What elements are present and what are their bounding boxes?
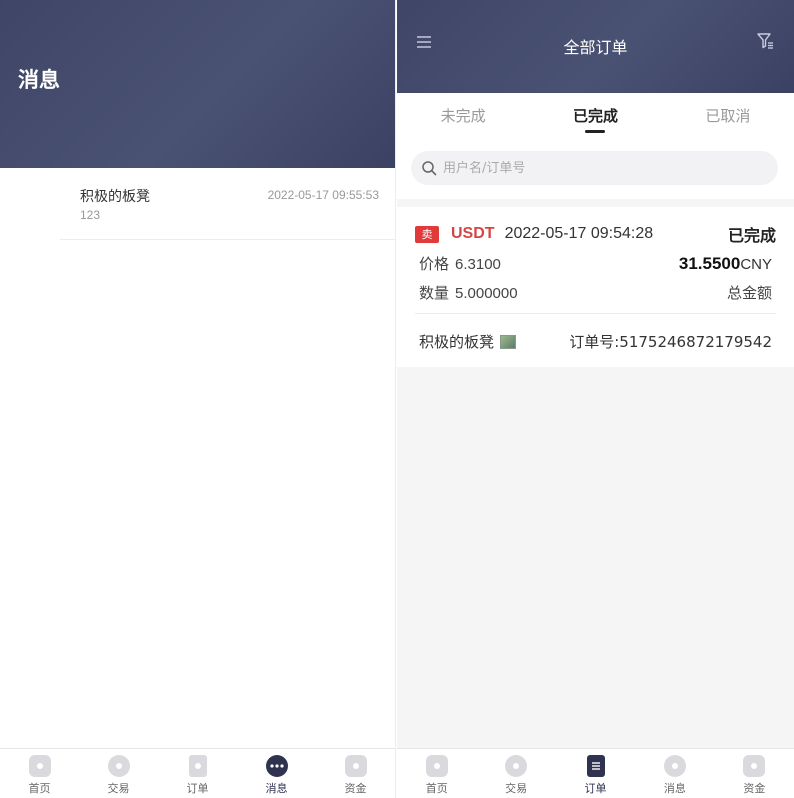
message-time: 2022-05-17 09:55:53: [267, 188, 379, 202]
messages-pane: 消息 积极的板凳 123 2022-05-17 09:55:53 首页 交易 订…: [0, 0, 396, 798]
order-number: 订单号:5175246872179542: [569, 331, 772, 352]
search-icon: [422, 161, 437, 176]
filter-icon[interactable]: [756, 32, 774, 50]
tab-home[interactable]: 首页: [0, 749, 79, 798]
page-title: 消息: [18, 68, 60, 92]
order-icon: [188, 755, 207, 777]
message-sender: 积极的板凳: [80, 189, 150, 205]
quantity-value: 5.000000: [455, 285, 518, 302]
messages-header: 消息: [0, 0, 395, 168]
order-number-value: 5175246872179542: [619, 333, 772, 351]
tab-orders[interactable]: 订单: [556, 749, 635, 798]
tab-completed[interactable]: 已完成: [529, 93, 661, 135]
tab-trade[interactable]: 交易: [476, 749, 555, 798]
tab-pending[interactable]: 未完成: [397, 93, 529, 135]
tab-home[interactable]: 首页: [397, 749, 476, 798]
page-title: 全部订单: [563, 38, 628, 57]
active-tab-indicator: [585, 130, 606, 133]
tab-trade[interactable]: 交易: [79, 749, 158, 798]
tab-label: 资金: [344, 782, 367, 795]
bottom-tabbar: 首页 交易 订单 消息 资金: [397, 748, 794, 798]
tab-label: 已完成: [572, 107, 618, 125]
order-card[interactable]: 卖 USDT 2022-05-17 09:54:28 已完成 价格 6.3100…: [397, 207, 794, 367]
divider: [60, 239, 395, 240]
tab-label: 已取消: [705, 107, 751, 125]
coin-symbol: USDT: [451, 225, 495, 242]
orders-header: 全部订单: [397, 0, 794, 93]
quantity-label: 数量: [419, 284, 450, 302]
order-status-tabs: 未完成 已完成 已取消: [397, 93, 794, 135]
tab-wallet[interactable]: 资金: [316, 749, 395, 798]
price-value: 6.3100: [455, 256, 501, 273]
order-header-row: 卖 USDT 2022-05-17 09:54:28 已完成: [415, 223, 776, 245]
home-icon: [28, 755, 51, 777]
tab-label: 首页: [425, 782, 448, 795]
wallet-icon: [743, 755, 766, 777]
currency: CNY: [740, 256, 772, 273]
search-box[interactable]: [411, 151, 778, 185]
tab-label: 订单: [186, 782, 209, 795]
tab-wallet[interactable]: 资金: [715, 749, 794, 798]
wallet-icon: [344, 755, 367, 777]
avatar: [14, 180, 62, 228]
total-amount: 31.5500CNY: [679, 254, 772, 274]
tab-cancelled[interactable]: 已取消: [662, 93, 794, 135]
quantity-row: 数量 5.000000 总金额: [419, 282, 772, 303]
tab-label: 未完成: [440, 107, 486, 125]
message-icon: [265, 755, 288, 777]
tab-label: 消息: [265, 782, 288, 795]
tab-label: 消息: [663, 782, 686, 795]
amount-label: 总金额: [726, 284, 772, 302]
tab-label: 首页: [28, 782, 51, 795]
tab-messages[interactable]: 消息: [635, 749, 714, 798]
search-input[interactable]: [443, 160, 763, 176]
tab-label: 交易: [505, 782, 528, 795]
trade-icon: [107, 755, 130, 777]
divider: [415, 313, 776, 314]
amount-value: 31.5500: [678, 254, 741, 273]
order-icon: [586, 755, 605, 777]
order-number-label: 订单号:: [569, 333, 620, 351]
sell-badge: 卖: [415, 225, 439, 243]
tab-label: 资金: [743, 782, 766, 795]
trade-icon: [505, 755, 528, 777]
tab-orders[interactable]: 订单: [158, 749, 237, 798]
message-list-item[interactable]: 积极的板凳 123 2022-05-17 09:55:53: [0, 168, 395, 240]
order-time: 2022-05-17 09:54:28: [504, 225, 654, 242]
tab-label: 订单: [584, 782, 607, 795]
price-row: 价格 6.3100 31.5500CNY: [419, 253, 772, 274]
tab-label: 交易: [107, 782, 130, 795]
message-icon: [663, 755, 686, 777]
orders-pane: 全部订单 未完成 已完成 已取消 用户名/订单号 卖 USDT 2022-05-…: [397, 0, 794, 798]
tab-messages[interactable]: 消息: [237, 749, 316, 798]
order-status: 已完成: [727, 226, 776, 245]
search-bar: [397, 135, 794, 199]
counterparty-name: 积极的板凳: [419, 333, 495, 351]
message-preview: 123: [80, 208, 101, 222]
home-icon: [425, 755, 448, 777]
bottom-tabbar: 首页 交易 订单 消息 资金: [0, 748, 395, 798]
order-footer: 积极的板凳 订单号:5175246872179542: [419, 331, 772, 352]
user-image-icon: [500, 334, 517, 349]
price-label: 价格: [419, 255, 450, 273]
